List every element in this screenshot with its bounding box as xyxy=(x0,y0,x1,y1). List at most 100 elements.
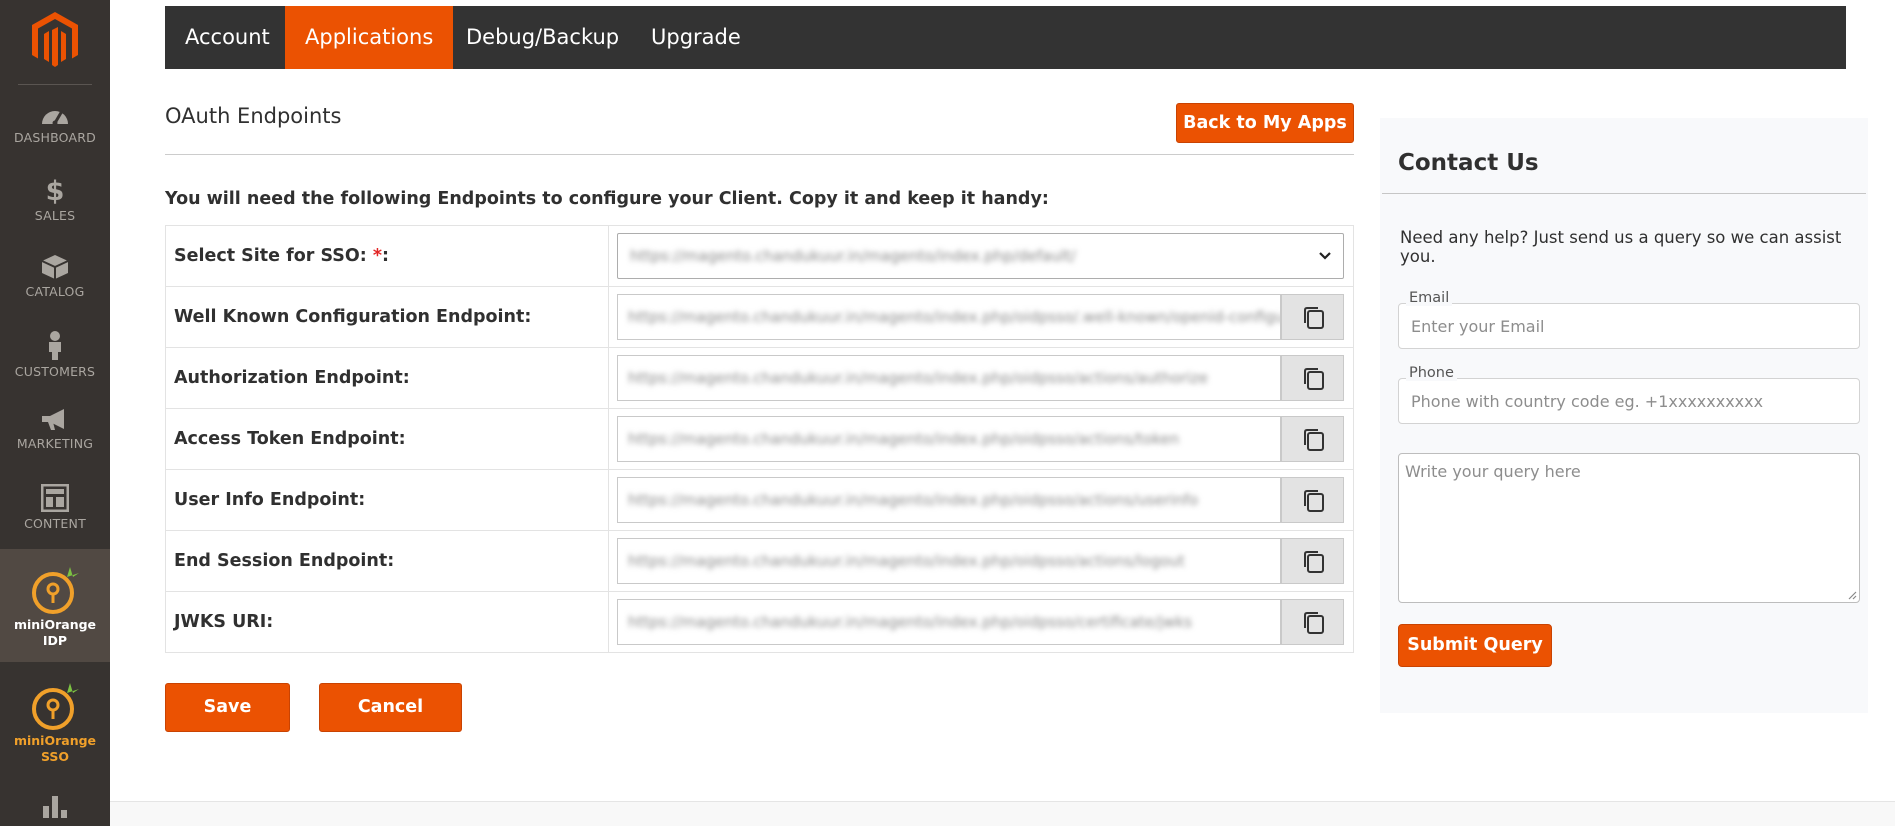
sidebar-item-label: miniOrange xyxy=(13,733,97,748)
reports-icon[interactable] xyxy=(42,792,68,818)
endpoint-cell: https://magento.chandukuur.in/magento/in… xyxy=(608,286,1354,348)
tab-debug-backup[interactable]: Debug/Backup xyxy=(446,6,639,69)
endpoint-url-value: https://magento.chandukuur.in/magento/in… xyxy=(628,430,1180,448)
endpoint-url-field[interactable]: https://magento.chandukuur.in/magento/in… xyxy=(617,416,1281,462)
endpoint-url-field[interactable]: https://magento.chandukuur.in/magento/in… xyxy=(617,477,1281,523)
label-colon: : xyxy=(382,246,390,266)
copy-button[interactable] xyxy=(1281,416,1344,462)
dollar-icon: $ xyxy=(46,176,65,204)
copy-icon xyxy=(1304,429,1324,451)
sidebar-item-catalog[interactable]: CATALOG xyxy=(0,254,110,330)
endpoint-cell: https://magento.chandukuur.in/magento/in… xyxy=(608,408,1354,470)
chevron-down-icon xyxy=(1319,252,1331,260)
tab-applications[interactable]: Applications xyxy=(285,6,454,69)
table-row: Authorization Endpoint: https://magento.… xyxy=(165,347,1354,409)
endpoint-field-group: https://magento.chandukuur.in/magento/in… xyxy=(617,599,1344,645)
sidebar-item-label: SSO xyxy=(40,749,70,764)
endpoint-url-value: https://magento.chandukuur.in/magento/in… xyxy=(628,308,1281,326)
back-to-my-apps-button[interactable]: Back to My Apps xyxy=(1176,103,1354,143)
endpoint-label: Authorization Endpoint: xyxy=(165,347,609,409)
magento-logo[interactable] xyxy=(28,10,82,70)
sidebar-item-dashboard[interactable]: DASHBOARD xyxy=(0,102,110,178)
table-row: Well Known Configuration Endpoint: https… xyxy=(165,286,1354,348)
endpoint-field-group: https://magento.chandukuur.in/magento/in… xyxy=(617,294,1344,340)
copy-button[interactable] xyxy=(1281,538,1344,584)
query-textarea[interactable]: Write your query here xyxy=(1398,453,1860,603)
copy-button[interactable] xyxy=(1281,599,1344,645)
miniorange-key-icon xyxy=(32,567,79,614)
sidebar-item-label: CUSTOMERS xyxy=(14,364,96,379)
select-site-dropdown[interactable]: https://magento.chandukuur.in/magento/in… xyxy=(617,233,1344,279)
phone-label: Phone xyxy=(1406,365,1457,381)
sidebar-item-customers[interactable]: CUSTOMERS xyxy=(0,330,110,406)
copy-button[interactable] xyxy=(1281,477,1344,523)
email-placeholder: Enter your Email xyxy=(1411,317,1545,336)
sidebar-item-label: CONTENT xyxy=(24,516,86,531)
svg-text:$: $ xyxy=(46,176,65,204)
sidebar-item-sales[interactable]: $ SALES xyxy=(0,176,110,252)
save-button[interactable]: Save xyxy=(165,683,290,732)
sidebar-item-label: IDP xyxy=(42,633,68,648)
endpoint-field-group: https://magento.chandukuur.in/magento/in… xyxy=(617,355,1344,401)
endpoint-label: End Session Endpoint: xyxy=(165,530,609,592)
endpoint-label: User Info Endpoint: xyxy=(165,469,609,531)
table-row: Access Token Endpoint: https://magento.c… xyxy=(165,408,1354,470)
endpoint-cell: https://magento.chandukuur.in/magento/in… xyxy=(608,591,1354,653)
sidebar-item-label: CATALOG xyxy=(25,284,85,299)
tab-upgrade[interactable]: Upgrade xyxy=(631,6,761,69)
copy-icon xyxy=(1304,551,1324,573)
page-footer xyxy=(110,801,1895,826)
select-site-cell: https://magento.chandukuur.in/magento/in… xyxy=(608,225,1354,287)
miniorange-key-icon xyxy=(32,683,79,730)
endpoint-url-field[interactable]: https://magento.chandukuur.in/magento/in… xyxy=(617,294,1281,340)
copy-button[interactable] xyxy=(1281,355,1344,401)
table-row: End Session Endpoint: https://magento.ch… xyxy=(165,530,1354,592)
layout-icon xyxy=(41,484,69,512)
sidebar-item-miniorange-sso[interactable]: miniOrange SSO xyxy=(0,665,110,778)
select-site-label-text: Select Site for SSO: xyxy=(174,246,367,266)
select-site-label: Select Site for SSO: *: xyxy=(165,225,609,287)
endpoint-cell: https://magento.chandukuur.in/magento/in… xyxy=(608,530,1354,592)
submit-query-button[interactable]: Submit Query xyxy=(1398,624,1552,667)
endpoint-url-value: https://magento.chandukuur.in/magento/in… xyxy=(628,491,1199,509)
admin-sidebar: DASHBOARD $ SALES CATALOG CUSTOMERS MARK… xyxy=(0,0,110,826)
tab-account[interactable]: Account xyxy=(165,6,290,69)
endpoint-cell: https://magento.chandukuur.in/magento/in… xyxy=(608,469,1354,531)
endpoint-url-value: https://magento.chandukuur.in/magento/in… xyxy=(628,552,1185,570)
box-icon xyxy=(41,255,69,279)
cancel-button[interactable]: Cancel xyxy=(319,683,462,732)
table-row: Select Site for SSO: *: https://magento.… xyxy=(165,225,1354,287)
megaphone-icon xyxy=(42,409,64,430)
page-title: OAuth Endpoints xyxy=(165,104,342,128)
resize-handle-icon[interactable] xyxy=(1847,590,1857,600)
endpoint-url-value: https://magento.chandukuur.in/magento/in… xyxy=(628,369,1208,387)
endpoint-field-group: https://magento.chandukuur.in/magento/in… xyxy=(617,416,1344,462)
select-site-value: https://magento.chandukuur.in/magento/in… xyxy=(630,247,1076,265)
endpoint-label: JWKS URI: xyxy=(165,591,609,653)
contact-help-text: Need any help? Just send us a query so w… xyxy=(1400,228,1842,266)
dashboard-icon xyxy=(42,110,68,126)
endpoint-url-field[interactable]: https://magento.chandukuur.in/magento/in… xyxy=(617,355,1281,401)
sidebar-item-label: MARKETING xyxy=(16,436,94,451)
table-row: User Info Endpoint: https://magento.chan… xyxy=(165,469,1354,531)
person-icon xyxy=(49,331,61,360)
copy-icon xyxy=(1304,307,1324,329)
contact-title: Contact Us xyxy=(1398,150,1539,176)
top-tab-bar: Account Applications Debug/Backup Upgrad… xyxy=(165,6,1846,69)
contact-us-panel: Contact Us Need any help? Just send us a… xyxy=(1380,118,1868,713)
phone-field[interactable]: Phone with country code eg. +1xxxxxxxxxx xyxy=(1398,378,1860,424)
sidebar-item-miniorange-idp[interactable]: miniOrange IDP xyxy=(0,549,110,662)
copy-button[interactable] xyxy=(1281,294,1344,340)
endpoint-url-field[interactable]: https://magento.chandukuur.in/magento/in… xyxy=(617,538,1281,584)
endpoint-cell: https://magento.chandukuur.in/magento/in… xyxy=(608,347,1354,409)
table-row: JWKS URI: https://magento.chandukuur.in/… xyxy=(165,591,1354,653)
copy-icon xyxy=(1304,368,1324,390)
endpoint-url-field[interactable]: https://magento.chandukuur.in/magento/in… xyxy=(617,599,1281,645)
sidebar-item-marketing[interactable]: MARKETING xyxy=(0,408,110,484)
sidebar-divider xyxy=(18,84,92,85)
endpoint-field-group: https://magento.chandukuur.in/magento/in… xyxy=(617,477,1344,523)
query-placeholder: Write your query here xyxy=(1405,462,1581,481)
email-field[interactable]: Enter your Email xyxy=(1398,303,1860,349)
email-label: Email xyxy=(1406,290,1453,306)
endpoint-field-group: https://magento.chandukuur.in/magento/in… xyxy=(617,538,1344,584)
